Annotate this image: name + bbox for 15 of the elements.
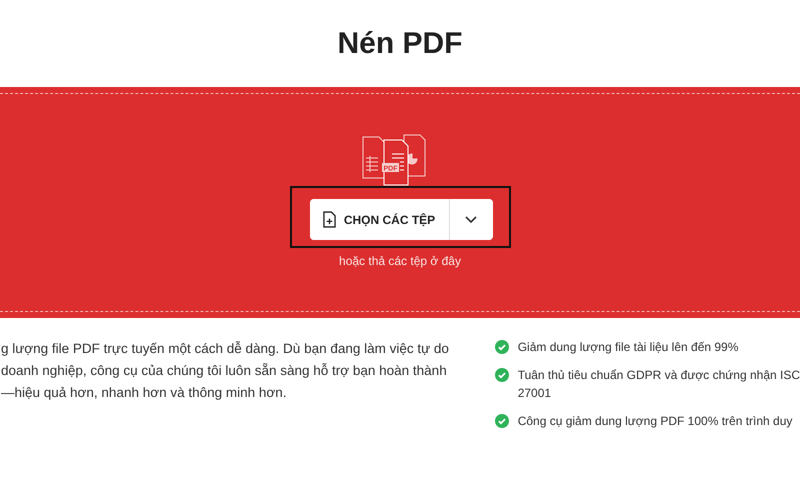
drop-hint: hoặc thả các tệp ở đây <box>339 254 461 268</box>
check-circle-icon <box>494 414 509 428</box>
choose-files-button[interactable]: CHỌN CÁC TỆP <box>310 199 450 240</box>
feature-text: 27001 <box>518 385 552 402</box>
page-title: Nén PDF <box>336 26 464 62</box>
feature-text: Tuân thủ tiêu chuẩn GDPR và được chứng nhận ISC <box>518 367 800 384</box>
feature-text: Công cụ giảm dung lượng PDF 100% trên trình duy <box>518 413 792 430</box>
check-circle-icon <box>494 340 509 354</box>
file-add-icon <box>322 211 336 228</box>
chevron-down-icon <box>465 216 477 224</box>
description-text: —hiệu quả hơn, nhanh hơn và thông minh hơn. <box>1 384 288 402</box>
check-circle-icon <box>494 368 509 382</box>
feature-text: Giảm dung lượng file tài liệu lên đến 99% <box>518 339 738 356</box>
description-text: g lượng file PDF trực tuyến một cách dễ dàng. Dù bạn đang làm việc tự do <box>1 340 450 358</box>
description-text: doanh nghiệp, công cụ của chúng tôi luôn sẵn sàng hỗ trợ bạn hoàn thành <box>1 362 448 380</box>
